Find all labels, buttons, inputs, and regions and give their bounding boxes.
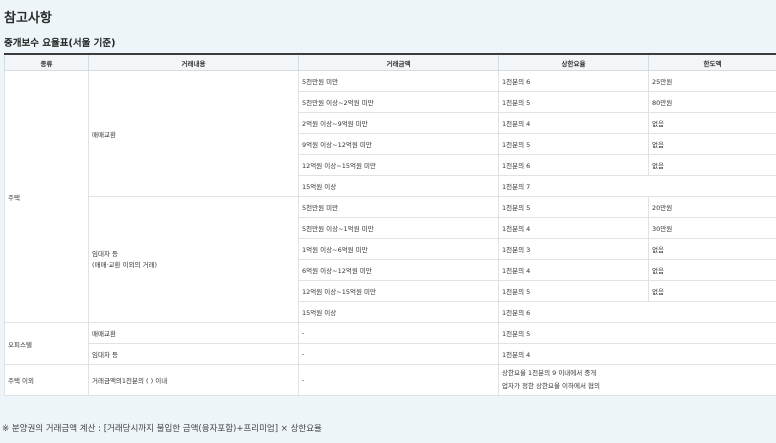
rate-cell: 1천분의 4	[498, 112, 649, 134]
house-lease-label: 임대차 등 (매매·교환 이외의 거래)	[88, 196, 299, 323]
limit-cell: 없음	[648, 259, 776, 281]
rate-cell: 1천분의 6	[498, 154, 649, 176]
amount-cell: 5천만원 이상~1억원 미만	[298, 217, 499, 239]
other-content: 거래금액의1천분의 ( ) 이내	[88, 364, 299, 396]
header-content: 거래내용	[88, 53, 299, 71]
officetel-lease-label: 임대차 등	[88, 343, 299, 365]
rate-cell: 1천분의 5	[498, 280, 649, 302]
header-limit: 한도액	[648, 53, 776, 71]
amount-cell: -	[298, 322, 499, 344]
type-house: 주택	[4, 70, 89, 323]
table-row: 임대차 등 (매매·교환 이외의 거래) 5천만원 미만 1천분의 5 20만원	[5, 196, 776, 323]
fee-table-wrapper: 종류 거래내용 거래금액 상한요율 한도액 주택 매매교환 5천만원 미만 1천…	[4, 53, 776, 396]
other-rate-line1: 상한요율 1천분의 9 이내에서 중개	[502, 369, 597, 377]
amount-cell: -	[298, 364, 499, 396]
amount-cell: 5천만원 미만	[298, 196, 499, 218]
rate-cell: 1천분의 4	[498, 217, 649, 239]
footnote: ※ 분양권의 거래금액 계산 : [거래당시까지 불입한 금액(융자포함)+프리…	[2, 424, 322, 434]
table-row: 주택 매매교환 5천만원 미만 1천분의 6 25만원	[4, 70, 776, 323]
limit-cell: 없음	[648, 154, 776, 176]
officetel-sale-label: 매매교환	[88, 322, 299, 344]
limit-cell: 없음	[648, 238, 776, 260]
other-rate-line2: 업자가 정한 상한요율 이하에서 협의	[502, 382, 600, 390]
table-row: 주택 이외 거래금액의1천분의 ( ) 이내 - 상한요율 1천분의 9 이내에…	[4, 364, 776, 396]
rate-cell: 1천분의 6	[498, 70, 649, 92]
other-rate-cell: 상한요율 1천분의 9 이내에서 중개업자가 정한 상한요율 이하에서 협의	[498, 364, 776, 396]
limit-cell: 20만원	[648, 196, 776, 218]
limit-cell: 25만원	[648, 70, 776, 92]
header-type: 종류	[4, 53, 89, 71]
limit-cell: 30만원	[648, 217, 776, 239]
amount-cell: 1억원 이상~6억원 미만	[298, 238, 499, 260]
amount-cell: 5천만원 미만	[298, 70, 499, 92]
limit-cell: 없음	[648, 133, 776, 155]
table-row: 오피스텔 매매교환 - 1천분의 5	[4, 322, 776, 365]
limit-cell: 없음	[648, 112, 776, 134]
rate-cell: 1천분의 3	[498, 238, 649, 260]
page-title: 참고사항	[4, 11, 52, 26]
amount-cell: 5천만원 이상~2억원 미만	[298, 91, 499, 113]
rate-cell: 1천분의 4	[498, 259, 649, 281]
amount-cell: 15억원 이상	[298, 301, 499, 323]
amount-cell: -	[298, 343, 499, 365]
table-row: 임대차 등 - 1천분의 4	[5, 343, 776, 365]
amount-cell: 15억원 이상	[298, 175, 499, 197]
limit-cell: 없음	[648, 280, 776, 302]
rate-cell: 1천분의 5	[498, 133, 649, 155]
rate-cell: 1천분의 5	[498, 322, 776, 344]
house-lease-label-line1: 임대차 등	[92, 249, 118, 258]
rate-cell: 1천분의 4	[498, 343, 776, 365]
amount-cell: 9억원 이상~12억원 미만	[298, 133, 499, 155]
house-sale-label: 매매교환	[88, 70, 299, 197]
amount-cell: 12억원 이상~15억원 미만	[298, 280, 499, 302]
rate-cell: 1천분의 6	[498, 301, 776, 323]
amount-cell: 2억원 이상~9억원 미만	[298, 112, 499, 134]
type-other: 주택 이외	[4, 364, 89, 396]
header-amount: 거래금액	[298, 53, 499, 71]
house-lease-label-line2: (매매·교환 이외의 거래)	[92, 260, 158, 269]
rate-cell: 1천분의 5	[498, 91, 649, 113]
rate-cell: 1천분의 7	[498, 175, 776, 197]
header-rate: 상한요율	[498, 53, 649, 71]
table-title: 중개보수 요율표(서울 기준)	[4, 38, 116, 49]
limit-cell: 80만원	[648, 91, 776, 113]
amount-cell: 12억원 이상~15억원 미만	[298, 154, 499, 176]
rate-cell: 1천분의 5	[498, 196, 649, 218]
fee-rate-table: 종류 거래내용 거래금액 상한요율 한도액 주택 매매교환 5천만원 미만 1천…	[4, 53, 776, 396]
type-officetel: 오피스텔	[4, 322, 89, 365]
table-header-row: 종류 거래내용 거래금액 상한요율 한도액	[4, 53, 776, 71]
amount-cell: 6억원 이상~12억원 미만	[298, 259, 499, 281]
